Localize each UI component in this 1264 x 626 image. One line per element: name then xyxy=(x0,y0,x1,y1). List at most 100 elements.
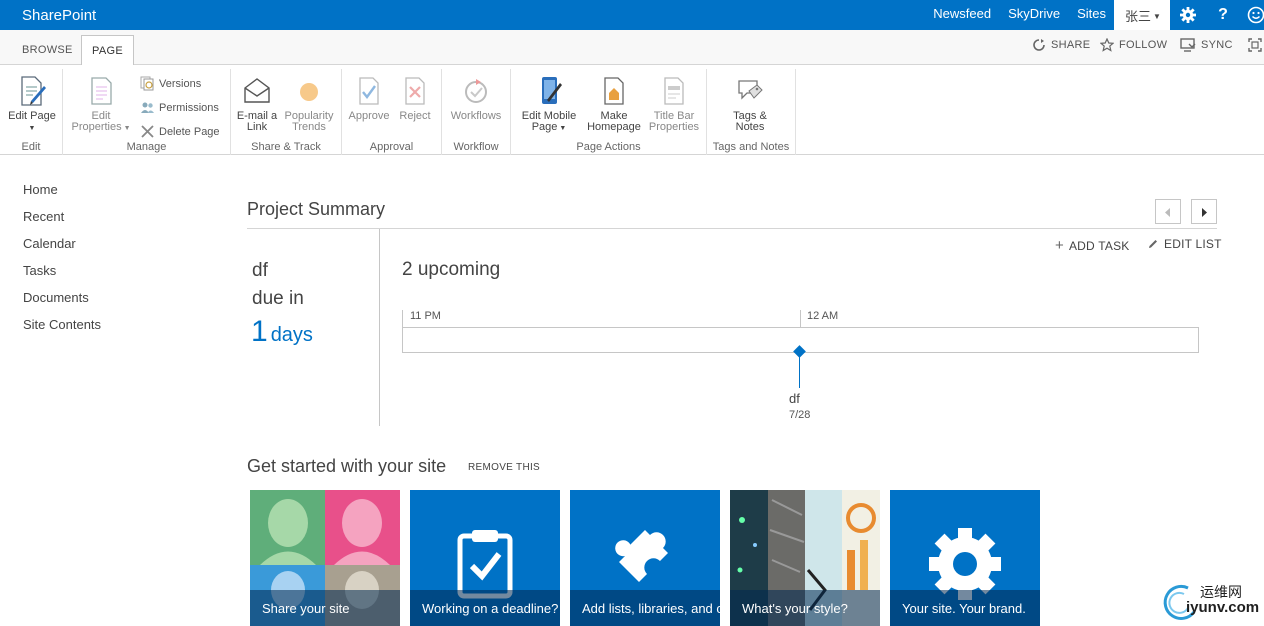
follow-button[interactable]: FOLLOW xyxy=(1100,38,1167,52)
ribbon-group-manage: Edit Properties ▼ Versions Permissions D… xyxy=(63,69,231,155)
tile-caption: Your site. Your brand. xyxy=(890,590,1040,626)
ribbon-group-label: Edit xyxy=(21,141,41,153)
tab-browse[interactable]: BROWSE xyxy=(12,35,83,65)
edit-properties-label-2: Properties xyxy=(71,121,122,133)
suite-links: Newsfeed SkyDrive Sites xyxy=(924,0,1114,30)
popularity-icon xyxy=(300,83,318,101)
email-link-button[interactable]: E-mail a Link xyxy=(235,75,279,133)
envelope-icon xyxy=(244,78,270,103)
sync-icon xyxy=(1180,38,1196,52)
sync-button[interactable]: SYNC xyxy=(1180,38,1233,52)
gear-icon[interactable] xyxy=(1179,6,1197,24)
share-button[interactable]: SHARE xyxy=(1032,38,1090,52)
tags-icon xyxy=(738,80,763,100)
previous-button[interactable] xyxy=(1155,199,1181,224)
tile-deadline[interactable]: Working on a deadline? xyxy=(410,490,560,626)
suite-link-sites[interactable]: Sites xyxy=(1068,0,1114,30)
tile-caption: Working on a deadline? xyxy=(410,590,560,626)
share-label: SHARE xyxy=(1051,39,1091,51)
ribbon-group-label: Tags and Notes xyxy=(712,141,790,153)
smiley-icon[interactable] xyxy=(1247,6,1264,24)
share-icon xyxy=(1033,39,1045,51)
nav-item-calendar[interactable]: Calendar xyxy=(23,236,101,263)
delete-page-label: Delete Page xyxy=(159,125,220,138)
star-icon xyxy=(1100,38,1114,52)
nav-item-home[interactable]: Home xyxy=(23,182,101,209)
versions-button[interactable]: Versions xyxy=(140,76,201,91)
timeline-task-name[interactable]: df xyxy=(789,391,800,406)
reject-label: Reject xyxy=(399,110,431,122)
reject-icon xyxy=(405,77,425,105)
workflow-icon xyxy=(465,79,487,103)
days-count: 1 xyxy=(251,315,268,348)
workflows-button[interactable]: Workflows xyxy=(445,75,507,122)
popularity-trends-button[interactable]: Popularity Trends xyxy=(281,75,337,133)
chevron-down-icon: ▼ xyxy=(28,125,36,132)
chevron-left-icon xyxy=(1165,208,1170,217)
email-link-label-2: Link xyxy=(246,121,268,133)
edit-properties-button[interactable]: Edit Properties ▼ xyxy=(67,75,135,134)
tile-style[interactable]: What's your style? xyxy=(730,490,880,626)
tab-page[interactable]: PAGE xyxy=(81,35,134,66)
chevron-down-icon: ▼ xyxy=(121,125,131,132)
make-homepage-button[interactable]: Make Homepage xyxy=(584,75,644,133)
permissions-button[interactable]: Permissions xyxy=(140,100,219,115)
nav-item-recent[interactable]: Recent xyxy=(23,209,101,236)
approve-button[interactable]: Approve xyxy=(346,75,392,122)
delete-icon xyxy=(141,125,154,138)
ribbon-group-workflow: Workflows Workflow xyxy=(442,69,511,155)
tile-brand[interactable]: Your site. Your brand. xyxy=(890,490,1040,626)
title-bar-properties-button[interactable]: Title Bar Properties xyxy=(646,75,702,133)
nav-item-site-contents[interactable]: Site Contents xyxy=(23,317,101,344)
tile-add-apps[interactable]: Add lists, libraries, and other apps xyxy=(570,490,720,626)
tile-caption: Add lists, libraries, and other apps xyxy=(570,590,720,626)
title-bar-label-2: Properties xyxy=(648,121,700,133)
add-task-button[interactable]: + ADD TASK xyxy=(1055,237,1129,254)
mobile-icon xyxy=(542,77,562,104)
summary-divider xyxy=(247,228,1217,229)
brand-title[interactable]: SharePoint xyxy=(22,7,96,24)
edit-list-button[interactable]: EDIT LIST xyxy=(1147,237,1222,251)
summary-column-divider xyxy=(379,229,380,426)
edit-page-button[interactable]: Edit Page ▼ xyxy=(6,75,58,134)
timeline-task-date: 7/28 xyxy=(789,409,811,421)
sync-label: SYNC xyxy=(1201,39,1233,51)
ribbon-group-share-track: E-mail a Link Popularity Trends Share & … xyxy=(231,69,342,155)
timeline-tick xyxy=(800,310,801,327)
follow-label: FOLLOW xyxy=(1119,39,1168,51)
suite-link-skydrive[interactable]: SkyDrive xyxy=(999,0,1068,30)
timeline-tick xyxy=(402,310,403,327)
properties-icon xyxy=(91,77,112,105)
user-menu[interactable]: 张三 ▼ xyxy=(1114,0,1170,30)
tags-notes-button[interactable]: Tags & Notes xyxy=(721,75,779,133)
upcoming-count: 2 upcoming xyxy=(402,259,501,280)
ribbon-group-page-actions: Edit Mobile Page ▼ Make Homepage Title B… xyxy=(511,69,707,155)
reject-button[interactable]: Reject xyxy=(394,75,436,122)
focus-content-button[interactable] xyxy=(1248,38,1264,52)
ribbon: Edit Page ▼ Edit Edit Properties ▼ Versio… xyxy=(0,65,1264,155)
ribbon-group-label: Page Actions xyxy=(576,141,641,153)
task-name[interactable]: df xyxy=(252,260,268,282)
tile-caption: Share your site xyxy=(250,590,400,626)
nav-item-tasks[interactable]: Tasks xyxy=(23,263,101,290)
nav-item-documents[interactable]: Documents xyxy=(23,290,101,317)
tile-share-site[interactable]: Share your site xyxy=(250,490,400,626)
edit-list-label: EDIT LIST xyxy=(1164,237,1222,251)
versions-label: Versions xyxy=(159,77,202,90)
timeline-label-start: 11 PM xyxy=(410,310,441,322)
ribbon-group-tags-notes: Tags & Notes Tags and Notes xyxy=(707,69,796,155)
edit-mobile-page-button[interactable]: Edit Mobile Page ▼ xyxy=(516,75,582,134)
delete-page-button[interactable]: Delete Page xyxy=(140,124,220,139)
chevron-down-icon: ▼ xyxy=(557,125,567,132)
ribbon-group-edit: Edit Page ▼ Edit xyxy=(0,69,63,155)
suite-link-newsfeed[interactable]: Newsfeed xyxy=(924,0,999,30)
focus-icon xyxy=(1248,38,1262,52)
remove-this-link[interactable]: REMOVE THIS xyxy=(468,462,540,473)
ribbon-group-label: Manage xyxy=(126,141,167,153)
next-button[interactable] xyxy=(1191,199,1217,224)
edit-page-icon xyxy=(21,76,46,106)
homepage-icon xyxy=(604,77,624,105)
plus-icon: + xyxy=(1055,237,1064,254)
help-icon[interactable]: ? xyxy=(1214,6,1232,24)
ribbon-group-approval: Approve Reject Approval xyxy=(342,69,442,155)
